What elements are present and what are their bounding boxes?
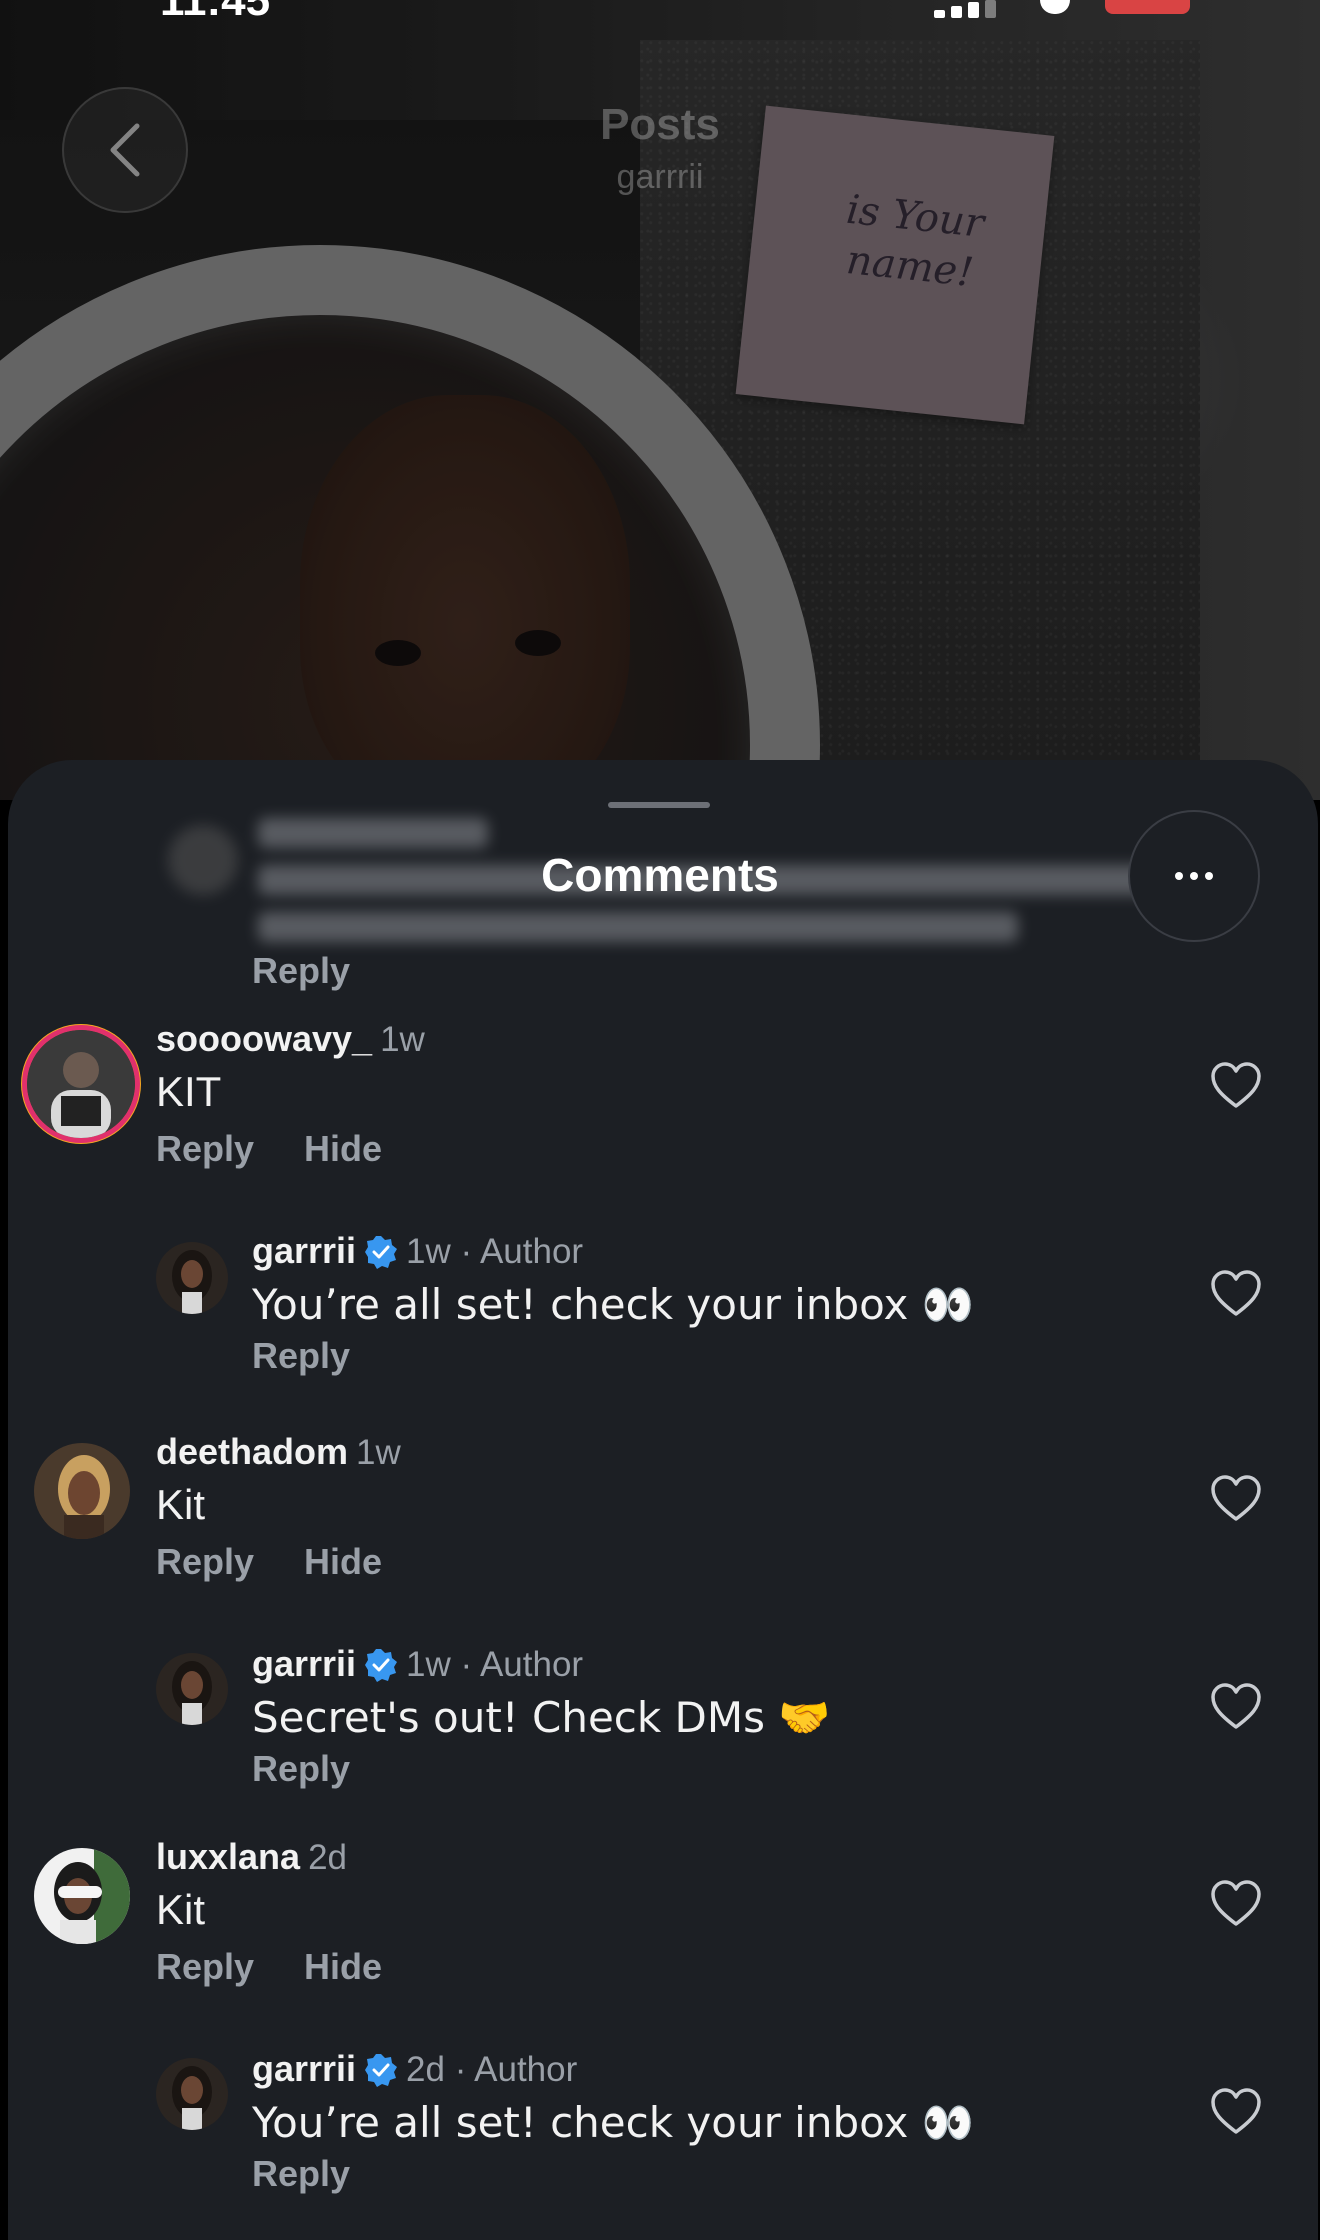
avatar[interactable] [156,1242,228,1314]
back-button[interactable] [62,87,188,213]
heart-icon[interactable] [1210,1475,1262,1523]
comment-header: deethadom 1w [156,1431,401,1473]
heart-icon[interactable] [1210,1270,1262,1318]
username[interactable]: garrrii [252,1643,356,1684]
avatar-image [156,1653,228,1725]
chevron-left-icon [110,123,140,177]
hide-button[interactable]: Hide [304,1541,382,1583]
verified-badge-icon [365,1236,398,1269]
avatar-image [156,1242,228,1314]
avatar[interactable] [156,1653,228,1725]
reply-text: Secret's out! Check DMs 🤝 [252,1693,831,1742]
verified-badge-icon [365,1649,398,1682]
heart-icon[interactable] [1210,2088,1262,2136]
reply-button[interactable]: Reply [252,2153,350,2195]
reply-button[interactable]: Reply [156,1541,254,1583]
verified-badge-icon [365,2054,398,2087]
avatar-image [34,1848,130,1944]
hide-button[interactable]: Hide [304,1946,382,1988]
comment-text: KIT [156,1068,222,1115]
avatar-image [27,1030,135,1138]
avatar[interactable] [34,1848,130,1944]
reply-button[interactable]: Reply [252,1748,350,1790]
sheet-title: Comments [541,849,779,901]
reply-text: You’re all set! check your inbox 👀 [252,1280,975,1329]
reply-text: You’re all set! check your inbox 👀 [252,2098,975,2147]
comment-text: Kit [156,1481,206,1528]
reply-button[interactable]: Reply [156,1946,254,1988]
username[interactable]: soooowavy_ [156,1018,372,1059]
heart-icon[interactable] [1210,1880,1262,1928]
signal-icon [934,0,1004,18]
status-bar: 11:45 [0,0,1320,30]
heart-icon[interactable] [1210,1683,1262,1731]
reply-button[interactable]: Reply [156,1128,254,1170]
more-dots-icon [1175,872,1183,880]
heart-icon[interactable] [1210,1062,1262,1110]
comment-text: Kit [156,1886,206,1933]
username[interactable]: luxxlana [156,1836,300,1877]
page-subtitle: garrrii [616,158,704,196]
reply-header: garrrii 2d · Author [252,2048,577,2090]
reply-meta: 1w · Author [406,1645,584,1684]
comment-time: 1w [356,1433,401,1472]
battery-icon [1105,0,1190,14]
status-time: 11:45 [160,0,271,25]
avatar-image [34,1443,130,1539]
more-options-button[interactable] [1128,810,1260,942]
comments-sheet: Comments Reply soooowavy_ 1w KIT Reply Hi… [8,760,1318,2240]
avatar-image [156,2058,228,2130]
comment-header: luxxlana 2d [156,1836,347,1878]
comment-time: 1w [380,1020,425,1059]
hide-button[interactable]: Hide [304,1128,382,1170]
page-title: Posts [600,100,720,149]
comment-time: 2d [308,1838,348,1877]
username[interactable]: garrrii [252,2048,356,2089]
reply-header: garrrii 1w · Author [252,1230,583,1272]
username[interactable]: deethadom [156,1431,348,1472]
avatar[interactable] [27,1030,135,1138]
reply-button[interactable]: Reply [252,1335,350,1377]
reply-header: garrrii 1w · Author [252,1643,583,1685]
reply-meta: 1w · Author [406,1232,584,1271]
username[interactable]: garrrii [252,1230,356,1271]
reply-button[interactable]: Reply [252,950,350,992]
avatar[interactable] [156,2058,228,2130]
comment-header: soooowavy_ 1w [156,1018,425,1060]
wifi-icon [1040,0,1070,14]
avatar[interactable] [34,1443,130,1539]
reply-meta: 2d · Author [406,2050,578,2089]
